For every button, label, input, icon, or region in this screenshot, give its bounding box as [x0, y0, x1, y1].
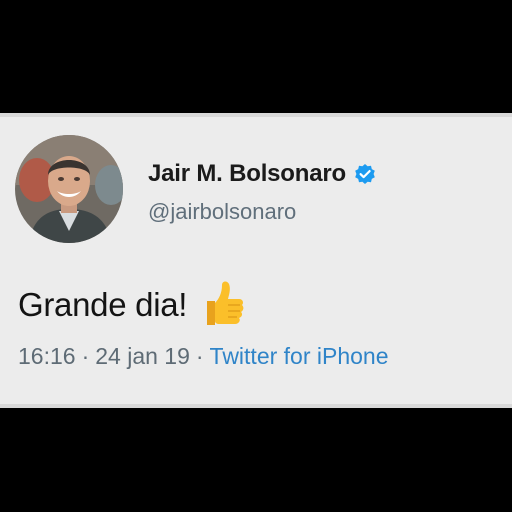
top-black-band: [0, 0, 512, 113]
meta-separator-2: ·: [195, 343, 204, 369]
tweet-source-link[interactable]: Twitter for iPhone: [210, 343, 389, 369]
meta-separator: ·: [81, 343, 90, 369]
thumbs-up-icon: [201, 279, 245, 327]
avatar-image: [15, 135, 123, 243]
author-handle[interactable]: @jairbolsonaro: [148, 199, 296, 225]
author-name[interactable]: Jair M. Bolsonaro: [148, 160, 346, 188]
tweet-card: Jair M. Bolsonaro @jairbolsonaro Grande …: [0, 113, 512, 408]
tweet-text: Grande dia!: [18, 286, 188, 323]
tweet-time[interactable]: 16:16: [18, 343, 76, 369]
tweet-date[interactable]: 24 jan 19: [95, 343, 190, 369]
avatar[interactable]: [15, 135, 123, 243]
verified-badge-icon: [354, 163, 376, 185]
author-row: Jair M. Bolsonaro: [148, 157, 376, 191]
tweet-body: Grande dia!: [18, 281, 245, 329]
bottom-black-band: [0, 408, 512, 512]
tweet-meta: 16:16 · 24 jan 19 · Twitter for iPhone: [18, 343, 389, 370]
